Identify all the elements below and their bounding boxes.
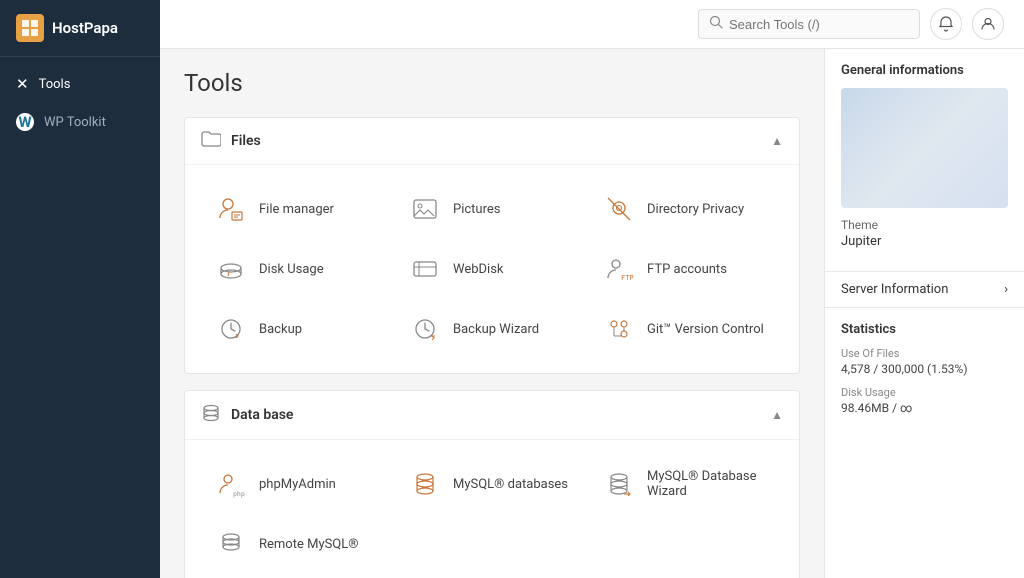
- topbar: [160, 0, 1024, 49]
- backup-icon: [213, 311, 249, 347]
- disk-usage-stat: Disk Usage 98.46MB / ∞: [841, 386, 1008, 415]
- tool-pictures[interactable]: Pictures: [395, 181, 589, 237]
- remote-mysql-label: Remote MySQL®: [259, 537, 358, 552]
- mysql-database-wizard-label: MySQL® Database Wizard: [647, 469, 771, 499]
- pictures-label: Pictures: [453, 202, 500, 217]
- ftp-accounts-icon: FTP: [601, 251, 637, 287]
- main-area: Tools Files ▲: [160, 0, 1024, 578]
- tool-mysql-database-wizard[interactable]: MySQL® Database Wizard: [589, 456, 783, 512]
- right-panel: General informations Theme Jupiter Serve…: [824, 49, 1024, 578]
- directory-privacy-icon: [601, 191, 637, 227]
- git-label: Git™ Version Control: [647, 322, 764, 337]
- database-section-body: php phpMyAdmin MySQL® databases: [185, 440, 799, 578]
- files-chevron-icon: ▲: [771, 134, 783, 148]
- database-section-title: Data base: [231, 407, 293, 423]
- use-of-files-label: Use Of Files: [841, 347, 1008, 360]
- backup-wizard-label: Backup Wizard: [453, 322, 539, 337]
- tool-mysql-databases[interactable]: MySQL® databases: [395, 456, 589, 512]
- general-info-section: General informations Theme Jupiter: [825, 49, 1024, 272]
- tool-file-manager[interactable]: File manager: [201, 181, 395, 237]
- sidebar-item-wp-toolkit[interactable]: W WP Toolkit: [0, 103, 160, 141]
- svg-text:FTP: FTP: [621, 274, 634, 282]
- server-info-chevron-icon: ›: [1004, 282, 1008, 297]
- tool-disk-usage[interactable]: Disk Usage: [201, 241, 395, 297]
- bell-button[interactable]: [930, 8, 962, 40]
- database-chevron-icon: ▲: [771, 408, 783, 422]
- remote-mysql-icon: [213, 526, 249, 562]
- mysql-databases-icon: [407, 466, 443, 502]
- disk-usage-icon: [213, 251, 249, 287]
- general-info-image: [841, 88, 1008, 208]
- search-icon: [709, 15, 723, 33]
- statistics-section: Statistics Use Of Files 4,578 / 300,000 …: [825, 308, 1024, 439]
- server-info-link[interactable]: Server Information ›: [825, 272, 1024, 308]
- database-icon: [201, 403, 221, 427]
- phpmyadmin-label: phpMyAdmin: [259, 477, 336, 492]
- tool-backup-wizard[interactable]: Backup Wizard: [395, 301, 589, 357]
- webdisk-icon: [407, 251, 443, 287]
- use-of-files-value: 4,578 / 300,000 (1.53%): [841, 362, 1008, 376]
- theme-value: Jupiter: [841, 234, 1008, 249]
- tool-ftp-accounts[interactable]: FTP FTP accounts: [589, 241, 783, 297]
- backup-label: Backup: [259, 322, 302, 337]
- disk-usage-value: 98.46MB / ∞: [841, 401, 1008, 415]
- logo: HostPapa: [0, 0, 160, 57]
- directory-privacy-label: Directory Privacy: [647, 202, 744, 217]
- sidebar-item-label: Tools: [39, 77, 71, 92]
- tools-panel: Tools Files ▲: [160, 49, 824, 578]
- files-section-title: Files: [231, 133, 261, 149]
- use-of-files-stat: Use Of Files 4,578 / 300,000 (1.53%): [841, 347, 1008, 376]
- sidebar-nav: ✕ Tools W WP Toolkit: [0, 57, 160, 149]
- files-section-header-left: Files: [201, 130, 261, 152]
- theme-label: Theme: [841, 218, 1008, 232]
- sidebar: HostPapa ✕ Tools W WP Toolkit: [0, 0, 160, 578]
- mysql-databases-label: MySQL® databases: [453, 477, 568, 492]
- search-input[interactable]: [729, 17, 909, 32]
- logo-icon: [16, 14, 44, 42]
- wp-icon: W: [16, 113, 34, 131]
- database-section: Data base ▲ php phpMyAdmin: [184, 390, 800, 578]
- tool-directory-privacy[interactable]: Directory Privacy: [589, 181, 783, 237]
- folder-icon: [201, 130, 221, 152]
- webdisk-label: WebDisk: [453, 262, 504, 277]
- ftp-accounts-label: FTP accounts: [647, 262, 727, 277]
- disk-usage-label: Disk Usage: [841, 386, 1008, 399]
- database-section-header-left: Data base: [201, 403, 293, 427]
- disk-usage-label: Disk Usage: [259, 262, 324, 277]
- pictures-icon: [407, 191, 443, 227]
- sidebar-item-tools[interactable]: ✕ Tools: [0, 65, 160, 103]
- file-manager-label: File manager: [259, 202, 334, 217]
- file-manager-icon: [213, 191, 249, 227]
- content: Tools Files ▲: [160, 49, 1024, 578]
- server-info-label: Server Information: [841, 282, 948, 297]
- page-title: Tools: [184, 69, 800, 97]
- git-icon: [601, 311, 637, 347]
- tool-webdisk[interactable]: WebDisk: [395, 241, 589, 297]
- logo-text: HostPapa: [52, 19, 118, 37]
- backup-wizard-icon: [407, 311, 443, 347]
- database-section-header[interactable]: Data base ▲: [185, 391, 799, 440]
- tool-backup[interactable]: Backup: [201, 301, 395, 357]
- sidebar-item-label: WP Toolkit: [44, 115, 106, 130]
- tools-icon: ✕: [16, 75, 29, 93]
- mysql-database-wizard-icon: [601, 466, 637, 502]
- user-button[interactable]: [972, 8, 1004, 40]
- tool-git-version-control[interactable]: Git™ Version Control: [589, 301, 783, 357]
- phpmyadmin-icon: php: [213, 466, 249, 502]
- stats-title: Statistics: [841, 322, 1008, 337]
- files-section-body: File manager Pictures Direct: [185, 165, 799, 373]
- svg-text:php: php: [233, 490, 245, 498]
- general-info-title: General informations: [841, 63, 1008, 78]
- tool-phpmyadmin[interactable]: php phpMyAdmin: [201, 456, 395, 512]
- files-section-header[interactable]: Files ▲: [185, 118, 799, 165]
- search-wrapper[interactable]: [698, 9, 920, 39]
- files-section: Files ▲ File manager: [184, 117, 800, 374]
- tool-remote-mysql[interactable]: Remote MySQL®: [201, 516, 395, 572]
